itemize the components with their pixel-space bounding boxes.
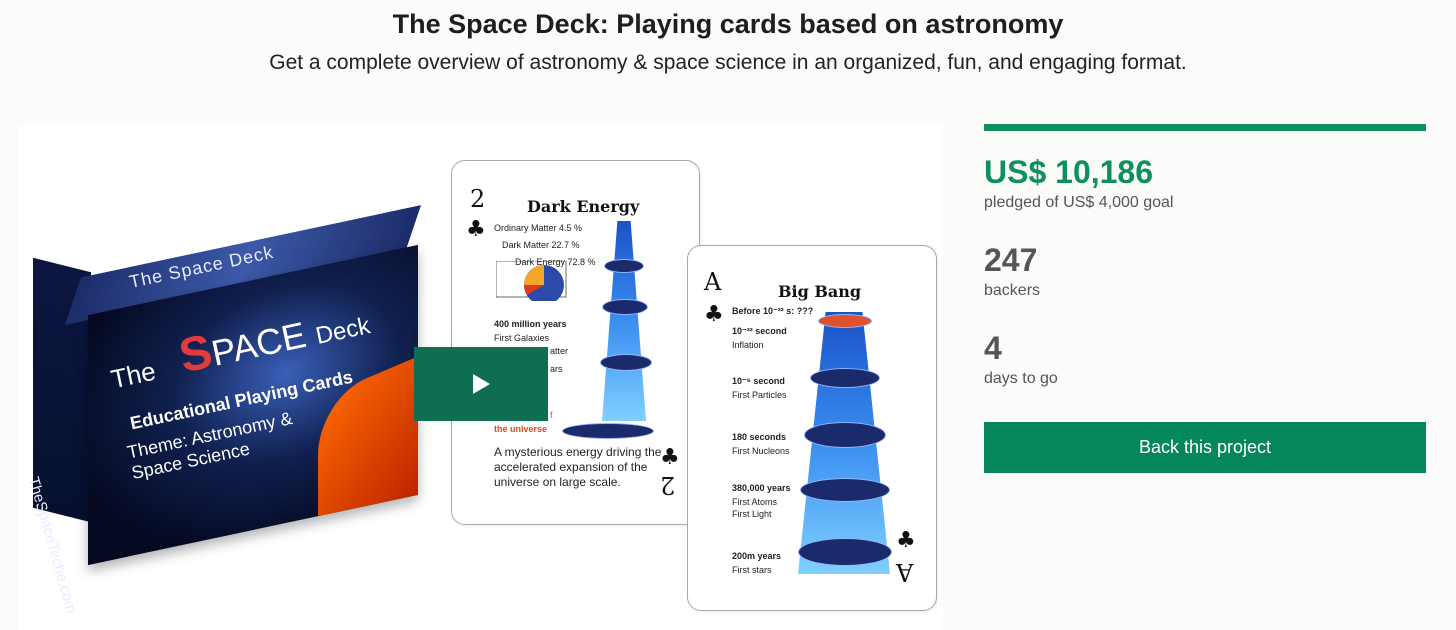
epoch-disc (800, 478, 890, 502)
club-icon: ♣ (660, 445, 680, 470)
epoch-disc (818, 314, 872, 328)
milestone-label: First Galaxies (494, 333, 550, 343)
days-label: days to go (984, 370, 1058, 387)
play-icon (472, 374, 490, 394)
milestone-label: First Atoms (732, 497, 778, 507)
epoch-disc (804, 422, 886, 448)
club-icon: ♣ (704, 302, 724, 327)
milestone-time: 180 seconds (732, 432, 787, 442)
milestone-label: First Particles (732, 390, 787, 400)
page-subtitle: Get a complete overview of astronomy & s… (269, 51, 1187, 74)
dark-matter-label: Dark Matter 22.7 % (502, 240, 580, 250)
product-box-image: The Space Deck The SPACE Deck Educationa… (25, 205, 422, 615)
card-title: Dark Energy (527, 197, 640, 216)
pledged-amount: US$ 10,186 (984, 154, 1154, 190)
milestone-label: First stars (732, 565, 772, 575)
page-title: The Space Deck: Playing cards based on a… (392, 9, 1064, 39)
milestone-time: 380,000 years (732, 483, 791, 493)
pledged-label: pledged of US$ 4,000 goal (984, 194, 1174, 211)
card-title: Big Bang (778, 282, 862, 301)
partial-text: f (550, 410, 553, 420)
back-project-button[interactable]: Back this project (984, 422, 1426, 473)
card-rank: 2 (470, 185, 486, 213)
card-description: A mysterious energy driving the accelera… (494, 445, 662, 489)
milestone-label: First Nucleons (732, 446, 790, 456)
ordinary-matter-label: Ordinary Matter 4.5 % (494, 223, 583, 233)
project-video[interactable]: The Space Deck The SPACE Deck Educationa… (19, 125, 943, 630)
epoch-disc (562, 423, 654, 439)
milestone-time: 400 million years (494, 319, 567, 329)
pie-chart-icon (496, 261, 567, 301)
epoch-disc (600, 354, 652, 371)
milestone-time: 200m years (732, 551, 782, 561)
card-dark-energy: 2 ♣ Dark Energy Ordinary Matter 4.5 % Da… (451, 160, 700, 525)
epoch-disc (604, 259, 644, 273)
club-icon: ♣ (466, 217, 486, 242)
card-rank: A (704, 268, 722, 296)
funding-progress-bar (984, 124, 1426, 131)
partial-text: the universe (494, 424, 548, 434)
epoch-disc (810, 368, 880, 388)
epoch-disc (798, 538, 892, 566)
expansion-beam (602, 221, 646, 421)
epoch-disc (602, 299, 648, 315)
card-rank-flipped: A (896, 558, 914, 586)
partial-text: ars (550, 364, 563, 374)
days-remaining: 4 (984, 330, 1002, 366)
milestone-label: Inflation (732, 340, 764, 350)
card-rank-flipped: 2 (660, 471, 676, 499)
milestone-time: 10⁻⁶ second (732, 376, 785, 386)
backers-count: 247 (984, 242, 1038, 278)
play-button[interactable] (414, 347, 548, 421)
milestone-label: First Light (732, 509, 772, 519)
milestone-time: 10⁻³² second (732, 326, 787, 336)
card-big-bang: A ♣ Big Bang Before 10⁻³² s: ??? 10⁻³² s… (687, 245, 937, 611)
before-label: Before 10⁻³² s: ??? (732, 306, 814, 316)
backers-label: backers (984, 282, 1041, 299)
box-deck: Deck (313, 312, 373, 350)
club-icon: ♣ (896, 528, 916, 553)
partial-text: atter (550, 346, 569, 356)
